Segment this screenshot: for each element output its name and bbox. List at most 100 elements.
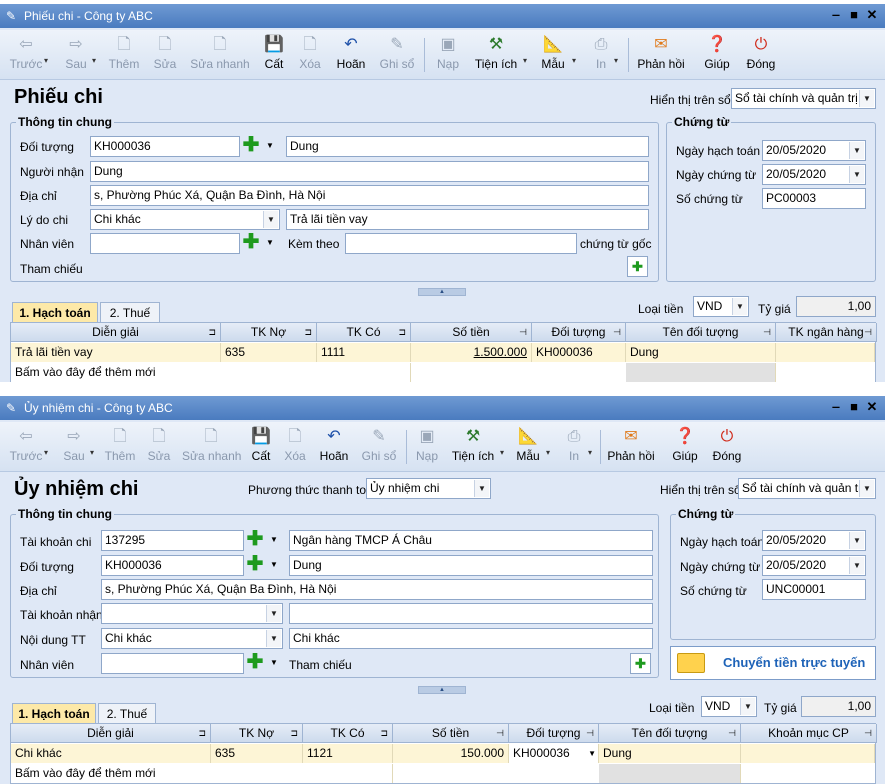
close-button[interactable]: ✕ [864, 399, 880, 415]
add-button[interactable]: 🗋 Thêm [102, 426, 138, 468]
chevron-down-icon[interactable]: ▼ [267, 653, 281, 672]
next-dropdown-icon[interactable]: ▾ [92, 56, 96, 65]
quick-edit-button[interactable]: 🗋 Sửa nhanh [182, 426, 241, 468]
tk-nhan-select[interactable]: ▼ [101, 603, 283, 624]
load-button[interactable]: ▣ Nạp [434, 34, 462, 76]
pin-icon[interactable]: ⊣ [763, 323, 771, 341]
pin-icon[interactable]: ⊣ [728, 724, 736, 742]
add-icon[interactable]: ✚ [242, 232, 260, 252]
cell-doi-tuong[interactable]: KH000036 ▼ [509, 744, 599, 763]
edit-button[interactable]: 🗋 Sửa [144, 426, 174, 468]
add-row-label[interactable]: Bấm vào đây để thêm mới [11, 363, 411, 382]
tab-hach-toan[interactable]: 1. Hạch toán [12, 302, 98, 323]
nhan-vien-input[interactable] [90, 233, 240, 254]
close-button[interactable]: ✕ [864, 7, 880, 23]
chevron-down-icon[interactable]: ▼ [266, 605, 281, 622]
chevron-down-icon[interactable]: ▼ [849, 142, 864, 159]
chevron-down-icon[interactable]: ▼ [740, 698, 755, 715]
pin-icon[interactable]: ⊣ [864, 724, 872, 742]
print-button[interactable]: ⎙ In [588, 34, 614, 76]
maximize-button[interactable]: ■ [846, 7, 862, 23]
undo-button[interactable]: ↶ Hoãn [318, 426, 350, 468]
chevron-down-icon[interactable]: ▼ [859, 480, 874, 497]
utilities-button[interactable]: ⚒ Tiện ích [450, 426, 496, 468]
pin-icon[interactable]: ⊐ [208, 323, 216, 341]
print-dropdown-icon[interactable]: ▾ [614, 56, 618, 65]
cell-tk-co[interactable]: 1111 [317, 343, 411, 362]
utilities-dropdown-icon[interactable]: ▾ [523, 56, 527, 65]
template-button[interactable]: 📐 Mẫu [514, 426, 542, 468]
load-button[interactable]: ▣ Nạp [414, 426, 440, 468]
tk-chi-input[interactable]: 137295 [101, 530, 244, 551]
chevron-down-icon[interactable]: ▼ [267, 555, 281, 574]
save-button[interactable]: 💾 Cất [248, 426, 274, 468]
undo-button[interactable]: ↶ Hoãn [334, 34, 368, 76]
prev-button[interactable]: ⇦ Trước [8, 34, 44, 76]
feedback-button[interactable]: ✉ Phản hồi [636, 34, 686, 76]
chevron-down-icon[interactable]: ▼ [263, 233, 277, 252]
loai-tien-select[interactable]: VND ▼ [701, 696, 757, 717]
tk-chi-name-input[interactable]: Ngân hàng TMCP Á Châu [289, 530, 653, 551]
doi-tuong-code-input[interactable]: KH000036 [90, 136, 240, 157]
cell-ten-doi-tuong[interactable]: Dung [599, 744, 741, 763]
reference-add-icon[interactable]: ✚ [630, 653, 651, 674]
chevron-down-icon[interactable]: ▼ [732, 298, 747, 315]
print-button[interactable]: ⎙ In [562, 426, 586, 468]
ty-gia-input[interactable]: 1,00 [801, 696, 876, 717]
pin-icon[interactable]: ⊣ [496, 724, 504, 742]
so-chung-tu-input[interactable]: PC00003 [762, 188, 866, 209]
prev-button[interactable]: ⇦ Trước [8, 426, 44, 468]
dia-chi-input[interactable]: s, Phường Phúc Xá, Quận Ba Đình, Hà Nội [90, 185, 649, 206]
ty-gia-input[interactable]: 1,00 [796, 296, 876, 317]
chevron-down-icon[interactable]: ▼ [266, 630, 281, 647]
tk-nhan-name-input[interactable] [289, 603, 653, 624]
cell-tk-no[interactable]: 635 [211, 744, 303, 763]
pin-icon[interactable]: ⊣ [586, 724, 594, 742]
display-select[interactable]: Sổ tài chính và quản trị ▼ [738, 478, 876, 499]
cell-khoan-muc-cp[interactable] [741, 744, 875, 763]
ngay-chung-tu-input[interactable]: 20/05/2020 ▼ [762, 555, 866, 576]
delete-button[interactable]: 🗋 Xóa [282, 426, 308, 468]
col-header-doi-tuong[interactable]: Đối tượng ⊣ [532, 323, 626, 342]
chevron-down-icon[interactable]: ▼ [849, 532, 864, 549]
cell-so-tien[interactable]: 150.000 [393, 744, 509, 763]
pin-icon[interactable]: ⊐ [304, 323, 312, 341]
dia-chi-input[interactable]: s, Phường Phúc Xá, Quận Ba Đình, Hà Nội [101, 579, 653, 600]
col-header-ten-doi-tuong[interactable]: Tên đối tượng ⊣ [599, 724, 741, 743]
pin-icon[interactable]: ⊐ [380, 724, 388, 742]
chevron-down-icon[interactable]: ▼ [859, 90, 874, 107]
col-header-doi-tuong[interactable]: Đối tượng ⊣ [509, 724, 599, 743]
ngay-hach-toan-input[interactable]: 20/05/2020 ▼ [762, 140, 866, 161]
pin-icon[interactable]: ⊣ [519, 323, 527, 341]
chevron-down-icon[interactable]: ▼ [474, 480, 489, 497]
cell-tk-co[interactable]: 1121 [303, 744, 393, 763]
post-button[interactable]: ✎ Ghi sổ [378, 34, 416, 76]
collapse-toggle[interactable]: ▲ [418, 288, 466, 296]
doi-tuong-name-input[interactable]: Dung [286, 136, 649, 157]
cell-dien-giai[interactable]: Trả lãi tiền vay [11, 343, 221, 362]
ngay-hach-toan-input[interactable]: 20/05/2020 ▼ [762, 530, 866, 551]
col-header-ten-doi-tuong[interactable]: Tên đối tượng ⊣ [626, 323, 776, 342]
chevron-down-icon[interactable]: ▼ [263, 136, 277, 155]
pin-icon[interactable]: ⊣ [864, 323, 872, 341]
ly-do-text-input[interactable]: Trả lãi tiền vay [286, 209, 649, 230]
method-select[interactable]: Ủy nhiệm chi ▼ [366, 478, 491, 499]
next-button[interactable]: ⇨ Sau [60, 34, 92, 76]
col-header-khoan-muc-cp[interactable]: Khoản mục CP ⊣ [741, 724, 877, 743]
maximize-button[interactable]: ■ [846, 399, 862, 415]
col-header-tk-no[interactable]: TK Nợ ⊐ [211, 724, 303, 743]
tab-hach-toan[interactable]: 1. Hạch toán [12, 703, 96, 724]
minimize-button[interactable]: ‒ [828, 7, 844, 23]
pin-icon[interactable]: ⊣ [613, 323, 621, 341]
col-header-dien-giai[interactable]: Diễn giải ⊐ [11, 323, 221, 342]
add-icon[interactable]: ✚ [246, 652, 264, 672]
template-dropdown-icon[interactable]: ▾ [546, 448, 550, 457]
template-dropdown-icon[interactable]: ▾ [572, 56, 576, 65]
add-icon[interactable]: ✚ [246, 529, 264, 549]
col-header-so-tien[interactable]: Số tiền ⊣ [411, 323, 532, 342]
nguoi-nhan-input[interactable]: Dung [90, 161, 649, 182]
cell-ten-doi-tuong[interactable]: Dung [626, 343, 776, 362]
close-window-button[interactable]: ⏻ Đóng [744, 34, 778, 76]
loai-tien-select[interactable]: VND ▼ [693, 296, 749, 317]
add-row[interactable]: Bấm vào đây để thêm mới [11, 764, 875, 783]
